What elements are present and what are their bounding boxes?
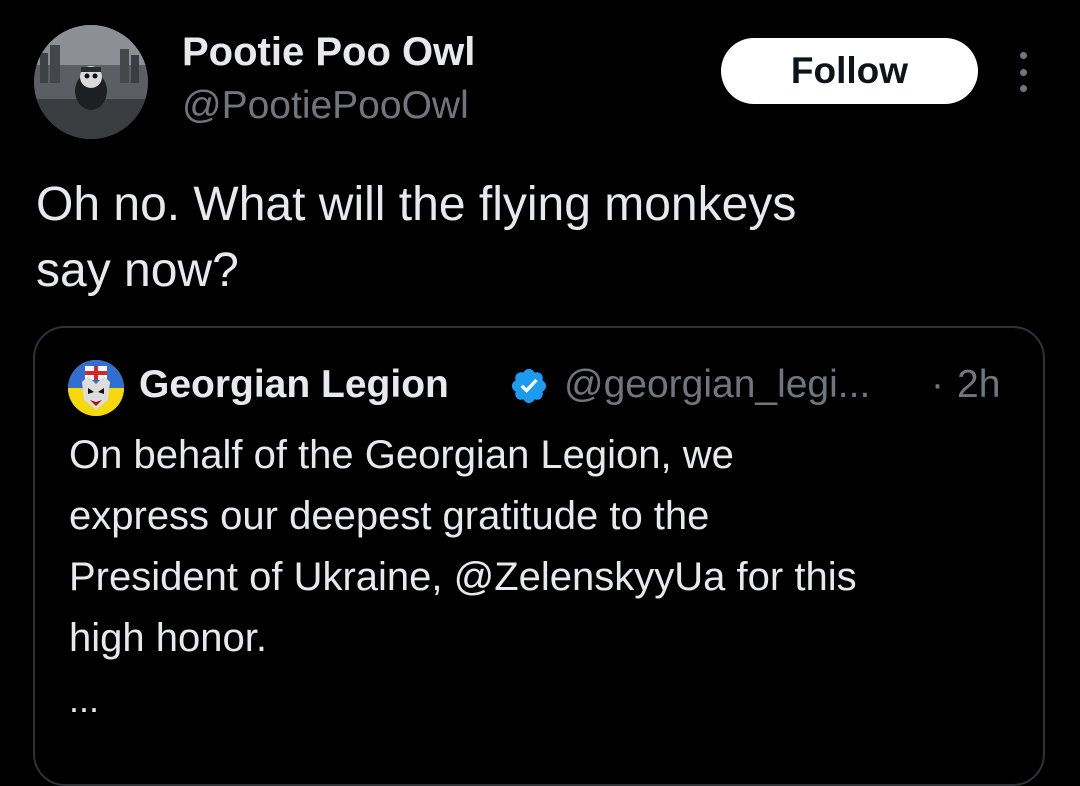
tweet-text-line: Oh no. What will the flying monkeys [36, 178, 797, 231]
quoted-author-name[interactable]: Georgian Legion [139, 362, 449, 408]
author-handle[interactable]: @PootiePooOwl [182, 83, 469, 129]
tweet: Pootie Poo Owl @PootiePooOwl Follow Oh n… [0, 0, 1080, 786]
quoted-timestamp[interactable]: 2h [957, 362, 1000, 408]
quoted-text-ellipsis: ... [69, 679, 100, 720]
follow-button[interactable]: Follow [721, 38, 978, 104]
quoted-text-line: express our deepest gratitude to the [69, 494, 710, 538]
more-vertical-icon[interactable] [1008, 52, 1038, 92]
separator-dot: · [931, 363, 944, 406]
more-dot [1019, 68, 1027, 76]
quoted-author-handle[interactable]: @georgian_legi... [564, 362, 870, 408]
quoted-text-line: high honor. [69, 616, 267, 660]
author-avatar[interactable] [34, 25, 148, 139]
more-dot [1019, 52, 1027, 59]
more-dot [1019, 85, 1027, 92]
quoted-author-avatar[interactable] [68, 360, 124, 416]
author-name[interactable]: Pootie Poo Owl [182, 29, 475, 75]
quoted-text-line: On behalf of the Georgian Legion, we [69, 433, 734, 477]
quoted-tweet-text: On behalf of the Georgian Legion, we exp… [69, 425, 1019, 669]
verified-badge-icon [509, 366, 549, 406]
quoted-text-line: President of Ukraine, @ZelenskyyUa for t… [69, 555, 857, 599]
tweet-text: Oh no. What will the flying monkeys say … [36, 172, 1036, 304]
tweet-text-line: say now? [36, 244, 239, 297]
